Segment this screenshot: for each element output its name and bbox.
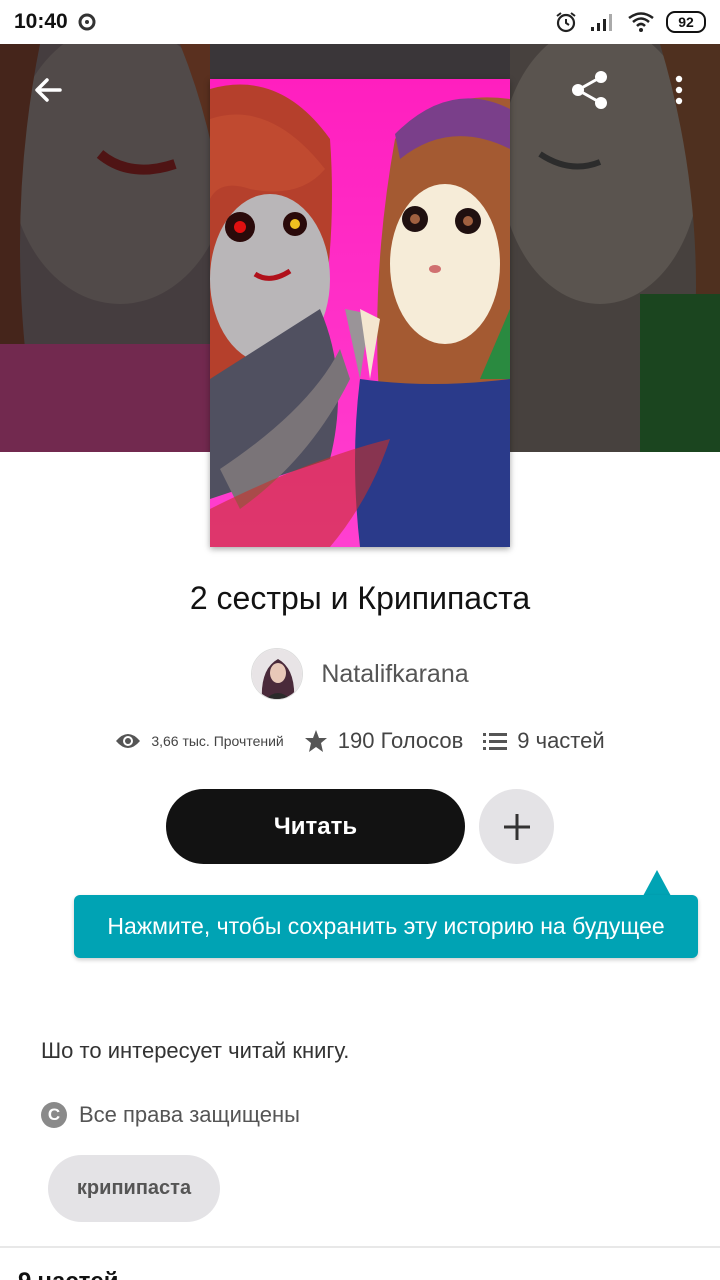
star-icon <box>304 730 327 752</box>
cover-art <box>210 79 510 547</box>
copyright-icon: C <box>41 1102 67 1128</box>
notification-icon <box>78 13 96 31</box>
votes-count: 190 Голосов <box>337 728 464 753</box>
status-time: 10:40 <box>14 10 68 33</box>
avatar[interactable] <box>251 648 304 700</box>
copyright-row: C Все права защищены <box>41 1102 300 1128</box>
reads-stat: 3,66 тыс. Прочтений <box>115 731 284 751</box>
reads-count: 3,66 тыс. Прочтений <box>151 733 284 749</box>
share-button[interactable] <box>566 66 614 114</box>
author-row[interactable]: Natalifkarana <box>0 648 720 700</box>
parts-count: 9 частей <box>517 728 605 753</box>
share-icon <box>572 71 607 109</box>
back-button[interactable] <box>24 66 72 114</box>
list-icon <box>483 733 508 750</box>
parts-heading: 9 частей <box>18 1268 119 1280</box>
tooltip-arrow <box>643 870 671 896</box>
parts-stat: 9 частей <box>483 728 605 754</box>
story-description: Шо то интересует читай книгу. <box>41 1038 350 1063</box>
status-bar: 10:40 92 <box>0 0 720 44</box>
tag-chip[interactable]: крипипаста <box>48 1155 220 1222</box>
votes-stat: 190 Голосов <box>304 728 464 754</box>
signal-icon <box>591 14 612 31</box>
story-stats: 3,66 тыс. Прочтений 190 Голосов 9 частей <box>0 728 720 754</box>
eye-icon <box>116 734 141 748</box>
divider <box>0 1246 720 1248</box>
wifi-icon <box>628 12 654 32</box>
read-button[interactable]: Читать <box>166 789 465 864</box>
story-cover[interactable] <box>210 79 510 547</box>
more-vert-icon <box>675 75 683 105</box>
battery-indicator: 92 <box>666 11 706 33</box>
author-name[interactable]: Natalifkarana <box>321 660 468 689</box>
back-arrow-icon <box>35 78 62 102</box>
plus-icon <box>503 813 530 840</box>
more-options-button[interactable] <box>655 66 703 114</box>
alarm-icon <box>556 12 576 33</box>
story-title: 2 сестры и Крипипаста <box>189 580 531 616</box>
save-tooltip[interactable]: Нажмите, чтобы сохранить эту историю на … <box>74 895 698 958</box>
add-to-library-button[interactable] <box>479 789 554 864</box>
copyright-label: Все права защищены <box>79 1102 300 1127</box>
